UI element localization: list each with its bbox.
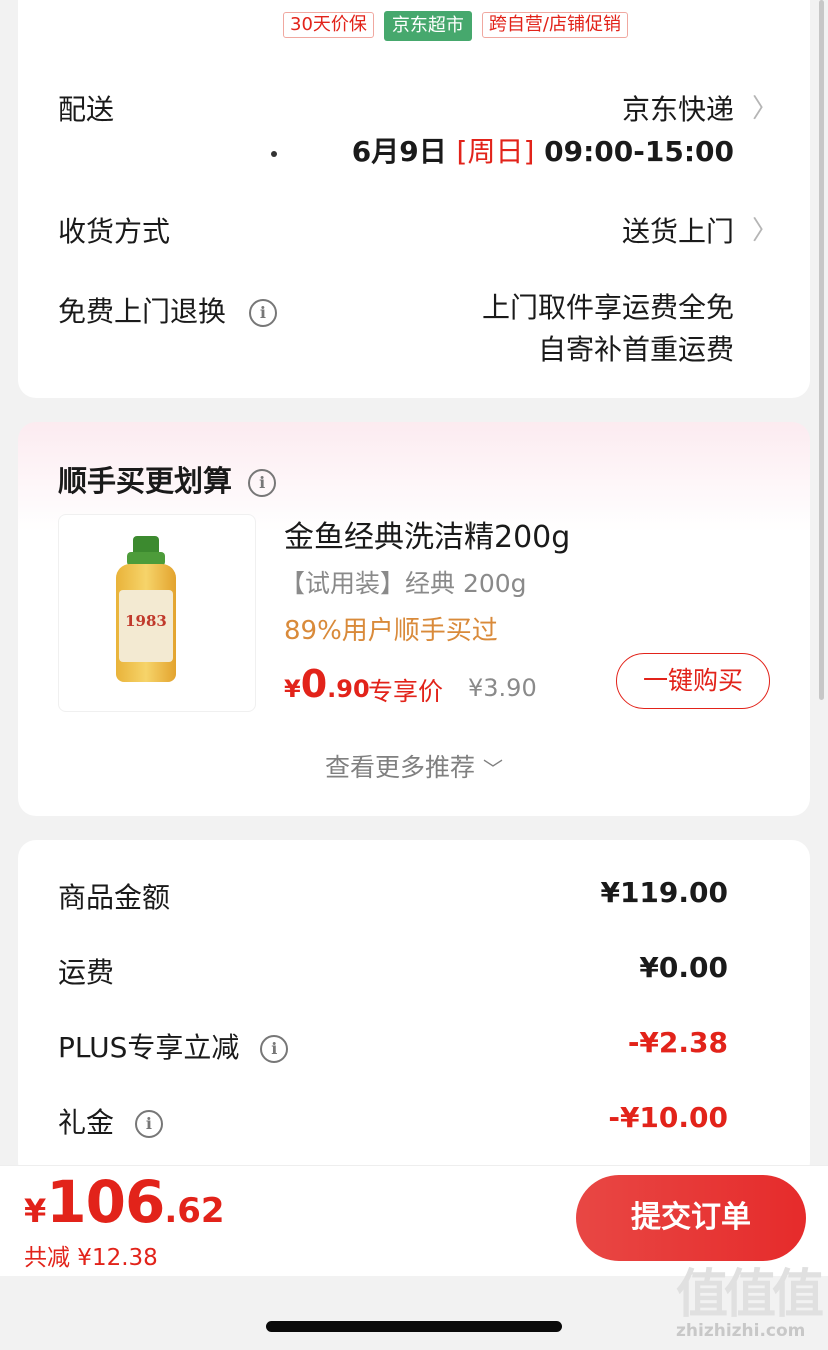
returns-line2: 自寄补首重运费 (537, 333, 734, 366)
bottle-label-text: 1983 (125, 612, 167, 630)
total-price: ¥106.62 (24, 1168, 225, 1236)
exclusive-price-label: 专享价 (368, 677, 444, 706)
addon-card: 顺手买更划算 i 1983 金鱼经典洗洁精200g 【试用装】经典 200g 8… (18, 422, 810, 816)
delivery-weekday: [周日] (456, 135, 535, 168)
watermark-url: zhizhizhi.com (676, 1321, 806, 1341)
total-int: 106 (46, 1168, 165, 1236)
product-subtitle: 【试用装】经典 200g (280, 569, 527, 598)
delivery-time[interactable]: 6月9日 [周日] 09:00-15:00 (352, 130, 734, 170)
view-more-label: 查看更多推荐 (325, 753, 476, 782)
price-int: 0 (300, 662, 328, 706)
returns-label: 免费上门退换 i (58, 290, 277, 330)
delivery-date: 6月9日 (351, 135, 447, 168)
addon-title-text: 顺手买更划算 (58, 464, 233, 498)
summary-row-label: 礼金 i (58, 1101, 163, 1141)
price-currency: ¥ (284, 675, 301, 703)
price-dec: .90 (327, 675, 370, 703)
delivery-carrier[interactable]: 京东快递 (622, 88, 734, 128)
original-price: ¥3.90 (468, 674, 537, 702)
plus-discount-label: PLUS专享立减 (58, 1031, 240, 1064)
delivery-label: 配送 (58, 93, 115, 126)
watermark-glyphs: 值值值 (676, 1265, 824, 1325)
chevron-down-icon: ﹀ (482, 757, 503, 781)
tag-promotion: 跨自营/店铺促销 (481, 12, 628, 38)
tag-jd-supermarket: 京东超市 (383, 11, 472, 41)
scrollbar[interactable] (819, 0, 824, 700)
gift-money-label: 礼金 (58, 1106, 115, 1139)
summary-row-label: 运费 (58, 956, 115, 989)
product-bought-badge: 89%用户顺手买过 (284, 616, 498, 646)
total-currency: ¥ (24, 1192, 47, 1230)
info-icon[interactable]: i (248, 469, 277, 497)
one-click-buy-button[interactable]: 一键购买 (616, 653, 770, 709)
returns-line1: 上门取件享运费全免 (481, 291, 734, 324)
returns-label-text: 免费上门退换 (58, 295, 227, 328)
receive-value[interactable]: 送货上门 (622, 210, 734, 250)
tag-price-protect: 30天价保 (283, 12, 374, 38)
delivery-timeslot: 09:00-15:00 (544, 135, 734, 168)
gift-money-value: -¥10.00 (608, 1101, 728, 1134)
summary-row-label: PLUS专享立减 i (58, 1026, 289, 1066)
home-indicator[interactable] (266, 1321, 562, 1332)
plus-discount-value: -¥2.38 (627, 1026, 728, 1059)
product-title[interactable]: 金鱼经典洗洁精200g (284, 512, 570, 556)
view-more-recommendations[interactable]: 查看更多推荐 ﹀ (18, 748, 810, 784)
watermark: 值值值 zhizhizhi.com (676, 1265, 826, 1350)
total-dec: .62 (164, 1191, 225, 1231)
bullet-dot (271, 151, 277, 157)
receive-label: 收货方式 (58, 215, 171, 248)
addon-title: 顺手买更划算 i (58, 458, 277, 500)
summary-row-value: ¥0.00 (639, 951, 728, 984)
info-icon[interactable]: i (260, 1035, 289, 1063)
chevron-right-icon[interactable]: 〉 (752, 210, 778, 247)
summary-row-label: 商品金额 (58, 881, 171, 914)
product-price: ¥0.90 (284, 662, 370, 706)
total-saved: 共减 ¥12.38 (24, 1245, 158, 1271)
info-icon[interactable]: i (134, 1110, 163, 1138)
summary-row-value: ¥119.00 (600, 876, 728, 909)
submit-order-button[interactable]: 提交订单 (576, 1175, 806, 1261)
price-summary-card: 商品金额 ¥119.00 运费 ¥0.00 PLUS专享立减 i -¥2.38 … (18, 840, 810, 1180)
chevron-right-icon[interactable]: 〉 (752, 88, 778, 125)
service-tags: 30天价保 京东超市 跨自营/店铺促销 (283, 11, 628, 41)
info-icon[interactable]: i (248, 299, 277, 327)
